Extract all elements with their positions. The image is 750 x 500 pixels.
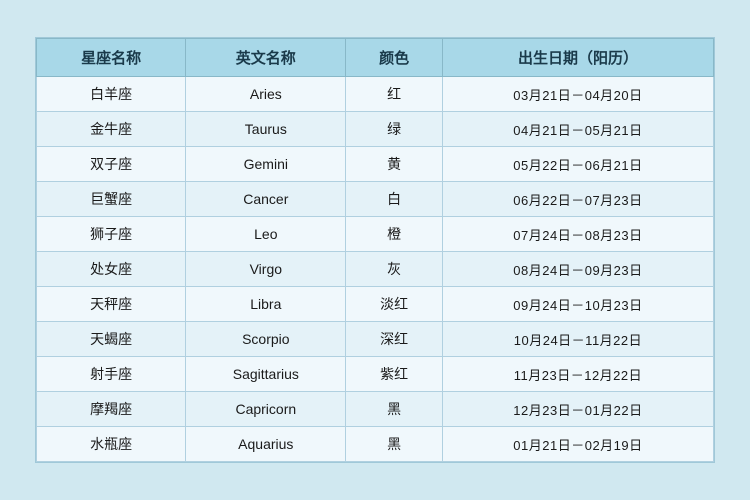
zodiac-table-container: 星座名称 英文名称 颜色 出生日期（阳历） 白羊座Aries红03月21日－04… <box>35 37 715 463</box>
cell-zh-name: 摩羯座 <box>37 392 186 427</box>
table-row: 巨蟹座Cancer白06月22日－07月23日 <box>37 182 714 217</box>
header-en-name: 英文名称 <box>186 39 346 77</box>
cell-dates: 06月22日－07月23日 <box>442 182 713 217</box>
cell-color: 橙 <box>346 217 443 252</box>
cell-color: 淡红 <box>346 287 443 322</box>
cell-dates: 08月24日－09月23日 <box>442 252 713 287</box>
cell-color: 红 <box>346 77 443 112</box>
header-zh-name: 星座名称 <box>37 39 186 77</box>
cell-color: 白 <box>346 182 443 217</box>
cell-color: 黑 <box>346 392 443 427</box>
table-row: 狮子座Leo橙07月24日－08月23日 <box>37 217 714 252</box>
cell-color: 深红 <box>346 322 443 357</box>
cell-zh-name: 水瓶座 <box>37 427 186 462</box>
table-row: 白羊座Aries红03月21日－04月20日 <box>37 77 714 112</box>
cell-zh-name: 双子座 <box>37 147 186 182</box>
cell-en-name: Taurus <box>186 112 346 147</box>
table-row: 天秤座Libra淡红09月24日－10月23日 <box>37 287 714 322</box>
cell-dates: 10月24日－11月22日 <box>442 322 713 357</box>
cell-color: 绿 <box>346 112 443 147</box>
cell-en-name: Libra <box>186 287 346 322</box>
cell-en-name: Gemini <box>186 147 346 182</box>
zodiac-table: 星座名称 英文名称 颜色 出生日期（阳历） 白羊座Aries红03月21日－04… <box>36 38 714 462</box>
cell-en-name: Cancer <box>186 182 346 217</box>
cell-color: 黑 <box>346 427 443 462</box>
table-row: 摩羯座Capricorn黑12月23日－01月22日 <box>37 392 714 427</box>
cell-en-name: Aquarius <box>186 427 346 462</box>
cell-zh-name: 天秤座 <box>37 287 186 322</box>
cell-en-name: Capricorn <box>186 392 346 427</box>
cell-zh-name: 射手座 <box>37 357 186 392</box>
cell-dates: 04月21日－05月21日 <box>442 112 713 147</box>
table-row: 水瓶座Aquarius黑01月21日－02月19日 <box>37 427 714 462</box>
cell-color: 黄 <box>346 147 443 182</box>
cell-dates: 09月24日－10月23日 <box>442 287 713 322</box>
cell-dates: 12月23日－01月22日 <box>442 392 713 427</box>
cell-en-name: Virgo <box>186 252 346 287</box>
cell-zh-name: 天蝎座 <box>37 322 186 357</box>
cell-zh-name: 处女座 <box>37 252 186 287</box>
table-row: 射手座Sagittarius紫红11月23日－12月22日 <box>37 357 714 392</box>
cell-dates: 11月23日－12月22日 <box>442 357 713 392</box>
cell-dates: 05月22日－06月21日 <box>442 147 713 182</box>
header-color: 颜色 <box>346 39 443 77</box>
cell-zh-name: 金牛座 <box>37 112 186 147</box>
cell-en-name: Scorpio <box>186 322 346 357</box>
cell-zh-name: 巨蟹座 <box>37 182 186 217</box>
header-dates: 出生日期（阳历） <box>442 39 713 77</box>
cell-dates: 03月21日－04月20日 <box>442 77 713 112</box>
cell-dates: 01月21日－02月19日 <box>442 427 713 462</box>
table-row: 天蝎座Scorpio深红10月24日－11月22日 <box>37 322 714 357</box>
cell-en-name: Aries <box>186 77 346 112</box>
table-row: 金牛座Taurus绿04月21日－05月21日 <box>37 112 714 147</box>
cell-dates: 07月24日－08月23日 <box>442 217 713 252</box>
cell-en-name: Leo <box>186 217 346 252</box>
table-row: 双子座Gemini黄05月22日－06月21日 <box>37 147 714 182</box>
cell-color: 灰 <box>346 252 443 287</box>
table-row: 处女座Virgo灰08月24日－09月23日 <box>37 252 714 287</box>
cell-zh-name: 狮子座 <box>37 217 186 252</box>
cell-color: 紫红 <box>346 357 443 392</box>
cell-zh-name: 白羊座 <box>37 77 186 112</box>
cell-en-name: Sagittarius <box>186 357 346 392</box>
table-header-row: 星座名称 英文名称 颜色 出生日期（阳历） <box>37 39 714 77</box>
